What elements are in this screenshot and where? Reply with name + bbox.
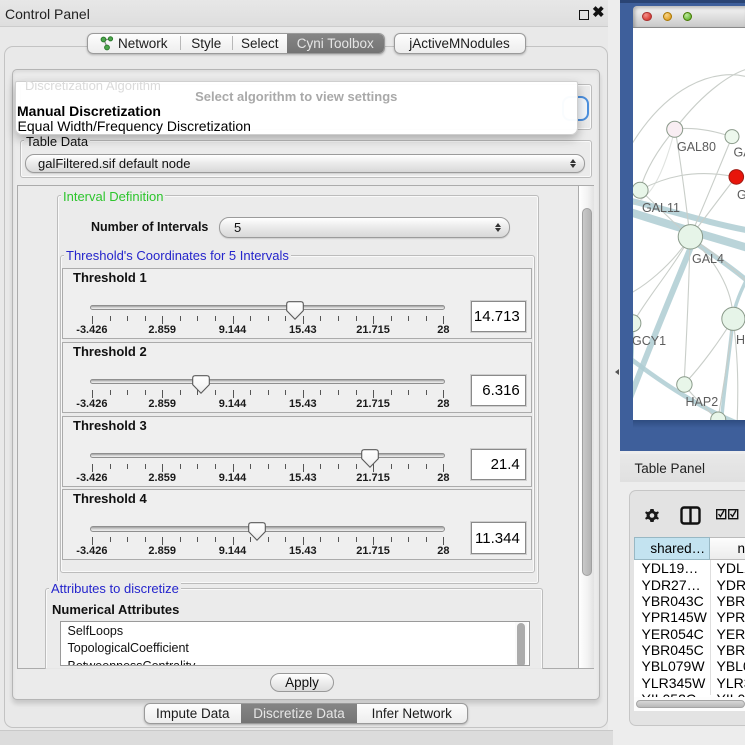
svg-text:H: H [736, 333, 745, 347]
svg-text:G: G [737, 188, 745, 202]
svg-text:GAL80: GAL80 [677, 140, 716, 154]
svg-text:GAL4: GAL4 [692, 252, 724, 266]
svg-text:GAL11: GAL11 [642, 201, 680, 215]
svg-text:GA: GA [734, 145, 745, 159]
svg-text:GCY1: GCY1 [633, 334, 666, 348]
svg-text:HAP2: HAP2 [686, 395, 719, 409]
